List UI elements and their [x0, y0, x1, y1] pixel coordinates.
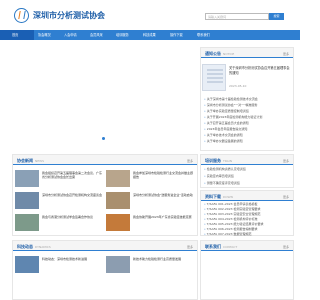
train-item[interactable]: 测量不确定度评定培训班 [204, 181, 290, 185]
news-image[interactable] [15, 214, 39, 231]
down-title-en: DOWN [223, 195, 233, 199]
news-item[interactable]: 我会组织召开第五届理事会第二次会议，广东省分析测试协会会长出席 [42, 171, 102, 179]
down-item[interactable]: T/SAFA 003-2023 实验室安全管理规范 [204, 212, 290, 216]
nav-item-home[interactable]: 首页 [0, 30, 34, 40]
notice-title-en: NOTICE [223, 52, 235, 56]
association-logo-icon[interactable] [14, 8, 29, 23]
news-item[interactable]: 我会参加深圳市检验检测行业交流会并做主题报告 [133, 171, 193, 179]
dynamics-title: 科技动态 [17, 244, 33, 249]
notice-feature-date: 2023-05-10 [229, 84, 247, 88]
notice-item[interactable]: 2023年会员年度报告提交通知 [204, 127, 290, 131]
news-image[interactable] [106, 170, 130, 187]
train-item[interactable]: 实验室内审员培训班 [204, 174, 290, 178]
contact-title-en: CONTACT [223, 245, 238, 249]
news-item[interactable]: 深圳市分析测试协会召开检测机构交流座谈会 [42, 193, 102, 197]
notice-header: 通知公告 NOTICE 更多 [201, 48, 293, 58]
train-title-en: TRAIN [223, 159, 232, 163]
notice-item[interactable]: 关于开展2023年度检测机构能力验证计划 [204, 115, 290, 119]
down-item[interactable]: T/SAFA 005-2023 能力验证结果评价要求 [204, 222, 290, 226]
nav-item-training[interactable]: 培训服务 [116, 30, 129, 40]
notice-item[interactable]: 关于举办仪器设备展的通知 [204, 139, 290, 143]
news-title: 协会新闻 [17, 158, 33, 163]
notice-item[interactable]: 关于举办实验室质量控制培训班 [204, 109, 290, 113]
main-nav: 首页 协会概况 入会申请 会员风采 培训服务 科技成果 操作下载 联系我们 [0, 30, 300, 40]
news-image[interactable] [106, 214, 130, 231]
contact-more-link[interactable]: 更多 [283, 245, 289, 249]
notice-item[interactable]: 深圳市分析测试协会"一对一"精准服务 [204, 103, 290, 107]
news-image[interactable] [15, 170, 39, 187]
dynamics-item[interactable]: 科技动态：深圳市检测技术新进展 [42, 257, 102, 261]
nav-item-contact[interactable]: 联系我们 [197, 30, 210, 40]
train-item[interactable]: 检验检测机构资质认定培训班 [204, 167, 290, 171]
search-button[interactable]: 搜索 [269, 13, 284, 20]
site-title[interactable]: 深圳市分析测试协会 [33, 10, 105, 21]
contact-header: 联系我们 CONTACT 更多 [201, 241, 293, 251]
dynamics-image[interactable] [106, 256, 130, 273]
train-more-link[interactable]: 更多 [283, 159, 289, 163]
down-item[interactable]: T/SAFA 001-2023 会员申请表格模板 [204, 202, 290, 206]
news-item[interactable]: 深圳市分析测试协会"送服务进企业"活动启动 [133, 193, 193, 197]
down-item[interactable]: T/SAFA 007-2023 数据管理规范 [204, 232, 290, 236]
nav-item-about[interactable]: 协会概况 [38, 30, 51, 40]
nav-item-achievements[interactable]: 科技成果 [143, 30, 156, 40]
dynamics-item[interactable]: 新技术助力检验检测行业高质量发展 [133, 257, 193, 261]
news-header: 协会新闻 NEWS 更多 [13, 155, 197, 165]
down-more-link[interactable]: 更多 [283, 195, 289, 199]
notice-more-link[interactable]: 更多 [283, 52, 289, 56]
dynamics-panel: 科技动态 DYNAMICS 更多 [12, 240, 198, 300]
notice-item[interactable]: 关于深圳市第十届检验检测技术交流会 [204, 97, 290, 101]
contact-title: 联系我们 [205, 244, 221, 249]
dynamics-header: 科技动态 DYNAMICS 更多 [13, 241, 197, 251]
news-title-en: NEWS [35, 159, 45, 163]
notice-item[interactable]: 关于举办技术交流会的通知 [204, 133, 290, 137]
loading-indicator-icon [102, 137, 105, 140]
notice-feature-link[interactable]: 关于深圳市分析测试协会召开第五届理事会的通知 [229, 66, 291, 75]
down-item[interactable]: T/SAFA 006-2023 检测报告编制要求 [204, 227, 290, 231]
notice-thumbnail[interactable] [202, 64, 226, 91]
down-item[interactable]: T/SAFA 004-2023 检测机构评价标准 [204, 217, 290, 221]
news-image[interactable] [15, 192, 39, 209]
train-title: 培训服务 [205, 158, 221, 163]
banner-slider[interactable] [0, 42, 197, 150]
down-title: 资料下载 [205, 194, 221, 199]
notice-title: 通知公告 [205, 51, 221, 56]
news-image[interactable] [106, 192, 130, 209]
dynamics-title-en: DYNAMICS [35, 245, 51, 249]
search-input[interactable]: 请输入关键词 [205, 13, 269, 20]
notice-item[interactable]: 关于召开第五届会员大会的通知 [204, 121, 290, 125]
nav-item-downloads[interactable]: 操作下载 [170, 30, 183, 40]
site-header: 深圳市分析测试协会 请输入关键词 搜索 [0, 0, 300, 30]
train-header: 培训服务 TRAIN 更多 [201, 155, 293, 165]
news-item[interactable]: 我会协助开展2023年广东省实验室技能竞赛 [133, 215, 193, 219]
down-header: 资料下载 DOWN 更多 [201, 191, 293, 201]
contact-panel: 联系我们 CONTACT 更多 [200, 240, 294, 300]
news-item[interactable]: 我会与香港分析测试学会签署合作协议 [42, 215, 102, 219]
dynamics-image[interactable] [15, 256, 39, 273]
news-more-link[interactable]: 更多 [187, 159, 193, 163]
nav-item-members[interactable]: 会员风采 [90, 30, 103, 40]
dynamics-more-link[interactable]: 更多 [187, 245, 193, 249]
nav-item-join[interactable]: 入会申请 [64, 30, 77, 40]
down-item[interactable]: T/SAFA 002-2023 检测实验室管理要求 [204, 207, 290, 211]
